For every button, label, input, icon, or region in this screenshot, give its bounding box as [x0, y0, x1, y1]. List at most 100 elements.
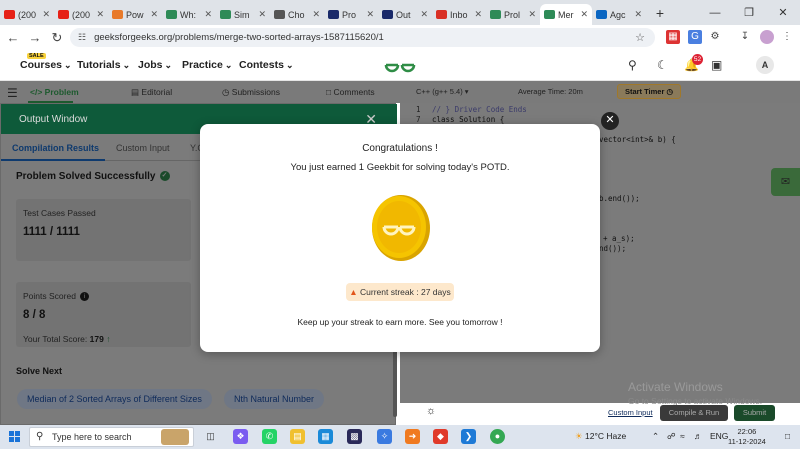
suggestion-chip[interactable]: Nth Natural Number: [224, 389, 325, 409]
url-bar[interactable]: ☷ geeksforgeeks.org/problems/merge-two-s…: [70, 28, 655, 47]
browser-tab[interactable]: Pow ✕: [108, 4, 162, 25]
reload-icon[interactable]: ↻: [46, 30, 68, 46]
windows-start-icon[interactable]: [9, 431, 21, 443]
app-icon[interactable]: ▩: [347, 429, 362, 444]
tab-compilation-results[interactable]: Compilation Results: [12, 143, 99, 153]
close-tab-icon[interactable]: ✕: [474, 9, 482, 20]
geekbits-icon[interactable]: ▣: [711, 58, 722, 72]
taskbar-search-input[interactable]: ⚲ Type here to search: [29, 427, 194, 447]
browser-tab[interactable]: Prol ✕: [486, 4, 540, 25]
output-title: Output Window: [19, 114, 88, 125]
close-tab-icon[interactable]: ✕: [528, 9, 536, 20]
tab-submissions-label: Submissions: [231, 87, 280, 97]
avatar[interactable]: A: [756, 56, 774, 74]
custom-input-link[interactable]: Custom Input: [608, 408, 653, 417]
language-select[interactable]: C++ (g++ 5.4) ▾: [416, 87, 469, 96]
close-tab-icon[interactable]: ✕: [580, 9, 588, 20]
info-icon[interactable]: i: [79, 292, 89, 302]
menu-icon[interactable]: ⋮: [780, 30, 794, 44]
translate-extension-icon[interactable]: G: [688, 30, 702, 44]
compile-run-button[interactable]: Compile & Run: [660, 405, 728, 421]
close-tab-icon[interactable]: ✕: [204, 9, 212, 20]
extensions-icon[interactable]: ⚙: [708, 30, 722, 44]
browser-tab-title: Pro: [342, 9, 357, 20]
profile-icon[interactable]: [760, 30, 774, 44]
dark-mode-icon[interactable]: ☾: [657, 58, 668, 72]
submit-button[interactable]: Submit: [734, 405, 775, 421]
whatsapp-icon[interactable]: ✆: [262, 429, 277, 444]
volume-icon[interactable]: ♬: [694, 431, 703, 441]
tab-comments[interactable]: □ Comments: [326, 87, 375, 97]
suggestion-chip[interactable]: Median of 2 Sorted Arrays of Different S…: [17, 389, 212, 409]
browser-tab[interactable]: Inbo ✕: [432, 4, 486, 25]
settings-app-icon[interactable]: ✧: [377, 429, 392, 444]
browser-tab[interactable]: Wh: ✕: [162, 4, 216, 25]
nav-jobs[interactable]: Jobs ⌄: [138, 59, 172, 71]
points-value: 8 / 8: [23, 309, 46, 321]
restore-icon[interactable]: ❐: [732, 6, 766, 19]
browser-tab[interactable]: Sim ✕: [216, 4, 270, 25]
browser-tab[interactable]: Cho ✕: [270, 4, 324, 25]
bookmark-star-icon[interactable]: ☆: [635, 31, 645, 44]
tab-editorial[interactable]: ▤ Editorial: [131, 87, 172, 98]
line-number: 1: [416, 105, 421, 114]
close-tab-icon[interactable]: ✕: [634, 9, 642, 20]
browser-tab[interactable]: Pro ✕: [324, 4, 378, 25]
hackerrank-icon: [382, 10, 393, 19]
minimize-icon[interactable]: —: [698, 7, 732, 19]
pdf-extension-icon[interactable]: ▦: [666, 30, 680, 44]
tab-comments-label: Comments: [333, 87, 375, 97]
sun-icon: ☀: [575, 431, 583, 441]
streak-badge: ▲ Current streak : 27 days: [346, 283, 454, 301]
language-indicator[interactable]: ENG: [710, 431, 728, 441]
store-icon[interactable]: ▦: [318, 429, 333, 444]
wifi-icon[interactable]: ≈: [680, 431, 685, 441]
browser-tab[interactable]: Mer ✕: [540, 4, 592, 25]
browser-tab[interactable]: (200 ✕: [0, 4, 54, 25]
search-icon[interactable]: ⚲: [628, 58, 637, 72]
clock[interactable]: 22:06 11-12-2024: [728, 427, 766, 447]
network-icon[interactable]: ☍: [667, 431, 676, 442]
nav-contests[interactable]: Contests ⌄: [239, 59, 293, 71]
weather[interactable]: ☀ 12°C Haze: [575, 431, 626, 442]
tab-submissions[interactable]: ◷ Submissions: [222, 87, 280, 98]
back-icon[interactable]: ←: [2, 30, 24, 45]
browser-tab[interactable]: (200 ✕: [54, 4, 108, 25]
forward-icon[interactable]: →: [24, 30, 46, 45]
hamburger-icon[interactable]: ☰: [7, 86, 18, 100]
browser-tab[interactable]: Out ✕: [378, 4, 432, 25]
close-tab-icon[interactable]: ✕: [150, 9, 158, 20]
chat-icon[interactable]: ✉: [771, 168, 800, 196]
browser-tab[interactable]: Agc ✕: [592, 4, 646, 25]
search-icon: ⚲: [36, 431, 44, 442]
close-tab-icon[interactable]: ✕: [258, 9, 266, 20]
nav-practice[interactable]: Practice ⌄: [182, 59, 232, 71]
close-tab-icon[interactable]: ✕: [366, 9, 374, 20]
task-view-icon[interactable]: ◫: [203, 429, 218, 444]
theme-toggle-icon[interactable]: ☼: [426, 405, 436, 417]
modal-close-button[interactable]: ✕: [601, 112, 619, 130]
vscode-icon[interactable]: ❯: [461, 429, 476, 444]
app-orange-icon[interactable]: ➜: [405, 429, 420, 444]
close-window-icon[interactable]: ✕: [766, 6, 800, 19]
close-tab-icon[interactable]: ✕: [42, 9, 50, 20]
site-info-icon[interactable]: ☷: [78, 32, 86, 43]
start-timer-button[interactable]: Start Timer ◷: [617, 84, 681, 99]
tab-problem[interactable]: </> Problem: [30, 87, 79, 97]
gfg-icon: [544, 10, 555, 19]
nav-tutorials[interactable]: Tutorials ⌄: [77, 59, 130, 71]
tab-custom-input[interactable]: Custom Input: [116, 143, 170, 153]
new-tab-button[interactable]: +: [650, 5, 670, 21]
chrome-icon[interactable]: ●: [490, 429, 505, 444]
brave-icon[interactable]: ◆: [433, 429, 448, 444]
nav-courses[interactable]: Courses ⌄: [20, 59, 72, 71]
close-tab-icon[interactable]: ✕: [312, 9, 320, 20]
gfg-logo[interactable]: [383, 55, 417, 75]
close-tab-icon[interactable]: ✕: [96, 9, 104, 20]
copilot-icon[interactable]: ❖: [233, 429, 248, 444]
file-explorer-icon[interactable]: ▤: [290, 429, 305, 444]
notification-center-icon[interactable]: □: [785, 431, 790, 441]
close-tab-icon[interactable]: ✕: [420, 9, 428, 20]
download-icon[interactable]: ↧: [738, 30, 752, 44]
tray-chevron-icon[interactable]: ⌃: [652, 431, 659, 442]
